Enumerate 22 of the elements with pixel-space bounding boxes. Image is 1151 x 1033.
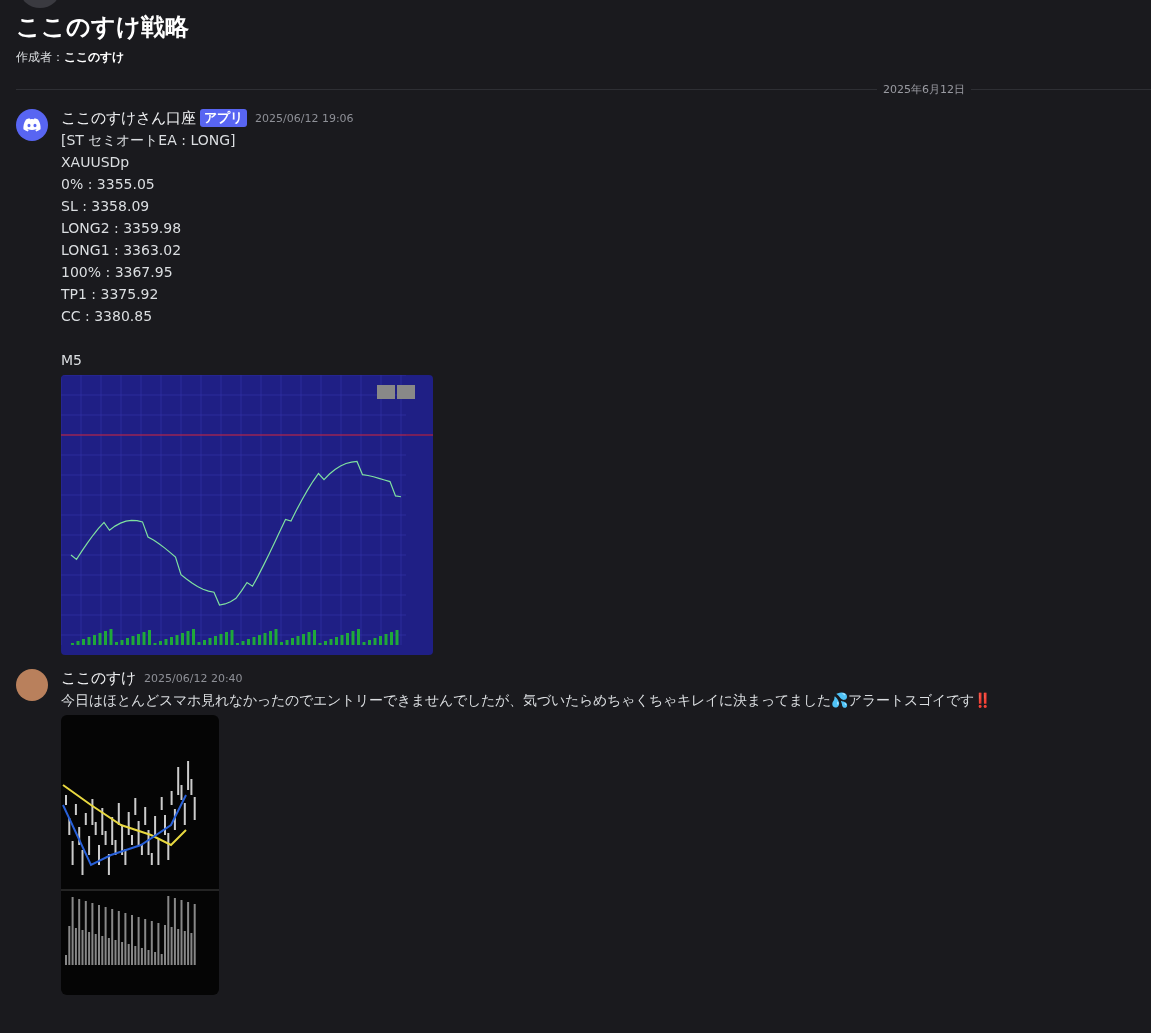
message-line: SL : 3358.09 — [61, 197, 151, 216]
thread-title: ここのすけ戦略 — [16, 12, 190, 43]
message-line: XAUUSDp — [61, 153, 131, 172]
message-line: 0% : 3355.05 — [61, 175, 156, 194]
timestamp: 2025/06/12 19:06 — [255, 111, 354, 125]
message-line: TP1 : 3375.92 — [61, 285, 160, 304]
message-line: M5 — [61, 351, 83, 370]
date-divider: 2025年6月12日 — [882, 82, 966, 97]
timestamp: 2025/06/12 20:40 — [144, 671, 243, 685]
message-line: [ST セミオートEA : LONG] — [61, 131, 237, 150]
author-label: 作成者： — [16, 49, 64, 66]
message-line: LONG1 : 3363.02 — [61, 241, 183, 260]
user-avatar[interactable] — [16, 669, 48, 701]
author-name[interactable]: ここのすけさん口座 — [61, 108, 196, 128]
app-tag: アプリ — [200, 109, 247, 127]
author-name[interactable]: ここのすけ — [61, 668, 136, 688]
message-line: LONG2 : 3359.98 — [61, 219, 183, 238]
bot-avatar[interactable] — [16, 109, 48, 141]
author-name: ここのすけ — [64, 49, 124, 66]
message-line: 100% : 3367.95 — [61, 263, 174, 282]
message-line: CC : 3380.85 — [61, 307, 154, 326]
message-text: 今日はほとんどスマホ見れなかったのでエントリーできませんでしたが、気づいたらめちゃくちゃキレイに決まってました💦アラートスゴイです‼ — [61, 691, 991, 710]
